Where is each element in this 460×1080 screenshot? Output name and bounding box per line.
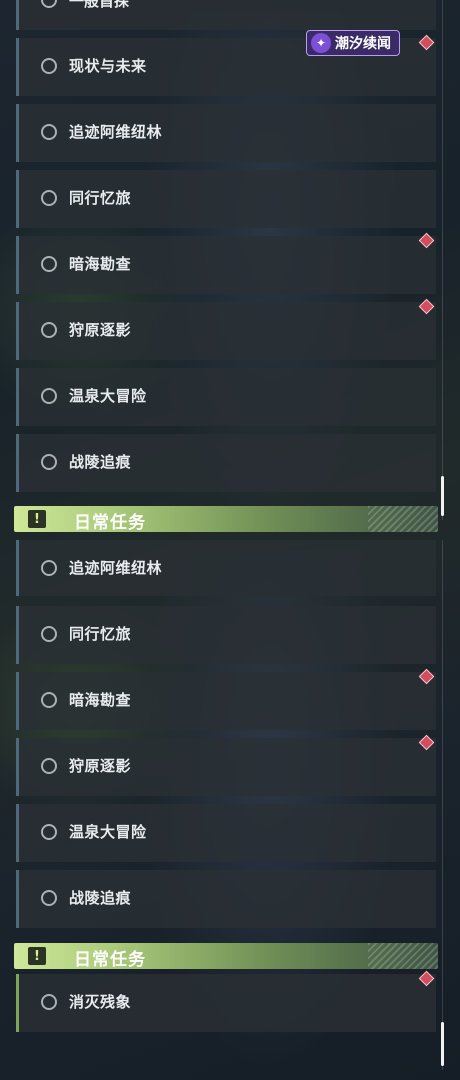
quest-label: 追迹阿维纽林 xyxy=(69,123,163,141)
quest-label: 温泉大冒险 xyxy=(69,823,147,841)
scrollbar-thumb[interactable] xyxy=(441,476,444,516)
radio-circle-icon xyxy=(41,190,57,206)
quest-label: 同行忆旅 xyxy=(69,189,132,207)
quest-list-panel-top: 一般首探 现状与未来 追迹阿维纽林 同行忆旅 暗海勘查 狩原逐影 温泉大冒险 战… xyxy=(0,0,460,540)
quest-item[interactable]: 暗海勘查 xyxy=(16,236,436,294)
scrollbar-track xyxy=(442,0,443,520)
quest-label: 暗海勘查 xyxy=(69,691,132,709)
section-title: 日常任务 xyxy=(74,950,146,970)
quest-item[interactable]: 同行忆旅 xyxy=(16,606,436,664)
radio-circle-icon xyxy=(41,758,57,774)
radio-circle-icon xyxy=(41,124,57,140)
quest-item-partial[interactable]: 一般首探 xyxy=(16,0,436,30)
quest-item[interactable]: 狩原逐影 xyxy=(16,302,436,360)
quest-label: 暗海勘查 xyxy=(69,255,132,273)
quest-label: 一般首探 xyxy=(69,0,130,10)
radio-circle-icon xyxy=(41,58,57,74)
quest-label: 温泉大冒险 xyxy=(69,387,147,405)
radio-circle-icon xyxy=(41,560,57,576)
header-stripes-decor xyxy=(368,943,438,969)
header-stripes-decor xyxy=(368,506,438,532)
quest-item[interactable]: 暗海勘查 xyxy=(16,672,436,730)
radio-circle-icon xyxy=(41,256,57,272)
section-header-daily: ! 日常任务 xyxy=(14,506,438,533)
quest-label: 狩原逐影 xyxy=(69,757,132,775)
quest-label: 现状与未来 xyxy=(69,57,147,75)
radio-circle-icon xyxy=(41,692,57,708)
event-badge-label: 潮汐续闻 xyxy=(335,36,391,52)
section-header-daily: ! 日常任务 xyxy=(14,943,438,970)
scrollbar-track xyxy=(442,540,443,1070)
quest-item[interactable]: 追迹阿维纽林 xyxy=(16,540,436,596)
exclamation-icon: ! xyxy=(28,947,46,965)
radio-circle-icon xyxy=(41,626,57,642)
daily-quest-item[interactable]: 消灭残象 xyxy=(16,974,436,1032)
quest-label: 战陵追痕 xyxy=(69,889,132,907)
radio-circle-icon xyxy=(41,824,57,840)
quest-item[interactable]: 温泉大冒险 xyxy=(16,804,436,862)
scrollbar-thumb[interactable] xyxy=(441,1022,444,1066)
radio-circle-icon xyxy=(41,994,57,1010)
event-badge[interactable]: ✦ 潮汐续闻 xyxy=(306,30,400,56)
quest-item[interactable]: 战陵追痕 xyxy=(16,434,436,492)
radio-circle-icon xyxy=(41,0,57,8)
radio-circle-icon xyxy=(41,890,57,906)
exclamation-icon: ! xyxy=(28,510,46,528)
quest-item[interactable]: 战陵追痕 xyxy=(16,870,436,928)
quest-label: 狩原逐影 xyxy=(69,321,132,339)
quest-label: 同行忆旅 xyxy=(69,625,132,643)
quest-label: 战陵追痕 xyxy=(69,453,132,471)
radio-circle-icon xyxy=(41,322,57,338)
section-title: 日常任务 xyxy=(74,513,146,533)
quest-label: 追迹阿维纽林 xyxy=(69,559,163,577)
quest-item[interactable]: 狩原逐影 xyxy=(16,738,436,796)
star-burst-icon: ✦ xyxy=(311,33,331,53)
radio-circle-icon xyxy=(41,388,57,404)
quest-item[interactable]: 温泉大冒险 xyxy=(16,368,436,426)
quest-label: 消灭残象 xyxy=(69,993,132,1011)
quest-item[interactable]: 同行忆旅 xyxy=(16,170,436,228)
quest-item[interactable]: 追迹阿维纽林 xyxy=(16,104,436,162)
radio-circle-icon xyxy=(41,454,57,470)
quest-list-panel-bottom: 追迹阿维纽林 同行忆旅 暗海勘查 狩原逐影 温泉大冒险 战陵追痕 ! 日常任务 … xyxy=(0,540,460,1080)
